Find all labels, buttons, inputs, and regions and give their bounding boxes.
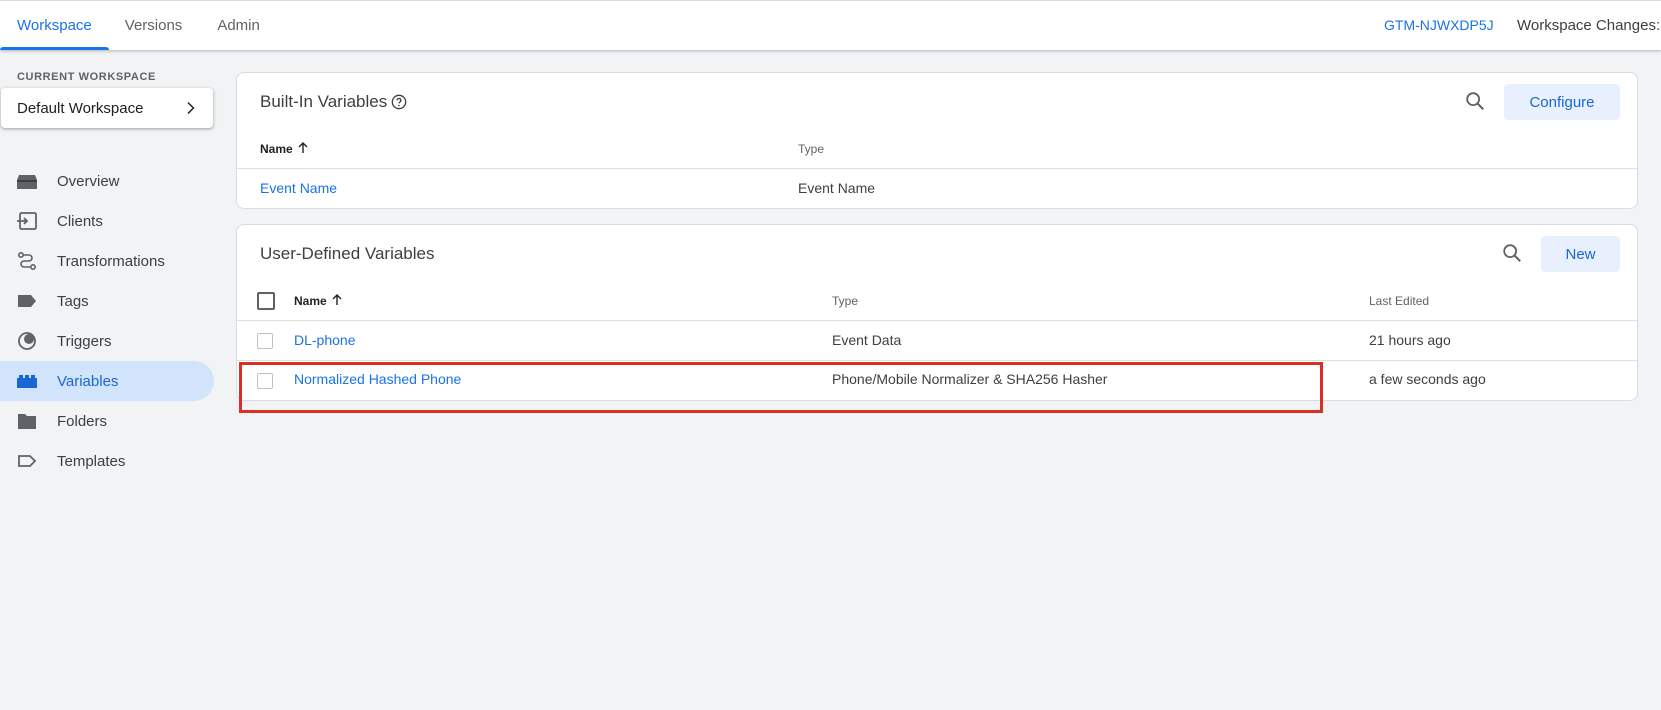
variable-name-link[interactable]: Normalized Hashed Phone: [294, 371, 461, 387]
sidebar-item-label: Transformations: [57, 252, 165, 270]
sidebar-item-variables[interactable]: Variables: [0, 361, 214, 401]
user-defined-variables-title: User-Defined Variables: [260, 244, 435, 263]
builtin-variable-name-link[interactable]: Event Name: [260, 180, 337, 196]
sidebar-item-label: Overview: [57, 172, 120, 190]
variables-icon: [17, 375, 37, 388]
column-header-label: Name: [260, 142, 293, 156]
sidebar-item-label: Triggers: [57, 332, 112, 350]
triggers-icon: [18, 332, 36, 350]
builtin-variables-title: Built-In Variables: [260, 92, 388, 111]
tag-icon: [18, 295, 36, 307]
builtin-variable-type: Event Name: [798, 180, 876, 196]
new-variable-button[interactable]: New: [1541, 236, 1620, 272]
column-header-name[interactable]: Name: [260, 142, 309, 156]
tab-versions[interactable]: Versions: [109, 1, 201, 50]
arrow-up-icon: [298, 142, 308, 153]
variable-name-link[interactable]: DL-phone: [294, 332, 356, 348]
sidebar-item-triggers[interactable]: Triggers: [0, 321, 214, 361]
transformations-icon: [18, 252, 36, 270]
sidebar-item-templates[interactable]: Templates: [0, 441, 214, 481]
row-checkbox[interactable]: [257, 373, 273, 389]
variable-type: Phone/Mobile Normalizer & SHA256 Hasher: [832, 371, 1108, 387]
workspace-selector[interactable]: Default Workspace: [1, 88, 213, 128]
sidebar-item-label: Clients: [57, 212, 103, 230]
overview-icon: [17, 175, 37, 189]
clients-icon: [17, 212, 37, 230]
sidebar-item-label: Folders: [57, 412, 108, 430]
row-checkbox[interactable]: [257, 333, 273, 349]
builtin-variables-card: Built-In Variables Configure Name Type E…: [236, 72, 1638, 209]
sidebar-item-label: Tags: [57, 292, 89, 310]
sidebar-item-clients[interactable]: Clients: [0, 201, 214, 241]
search-icon[interactable]: [1501, 242, 1523, 264]
header-divider: [237, 320, 1637, 321]
tab-workspace[interactable]: Workspace: [0, 1, 109, 50]
workspace-changes-count: Workspace Changes: 3: [1517, 17, 1661, 34]
variable-last-edited: 21 hours ago: [1369, 332, 1451, 348]
top-bar: Workspace Versions Admin GTM-NJWXDP5J Wo…: [0, 0, 1661, 50]
top-tabs: Workspace Versions Admin: [0, 1, 277, 50]
help-icon[interactable]: [391, 94, 407, 110]
column-header-type: Type: [798, 142, 825, 156]
workspace-name: Default Workspace: [17, 99, 144, 117]
header-divider: [237, 168, 1637, 169]
current-workspace-label: CURRENT WORKSPACE: [17, 71, 156, 83]
sidebar-item-overview[interactable]: Overview: [0, 161, 214, 201]
sidebar-item-folders[interactable]: Folders: [0, 401, 214, 441]
sidebar-item-tags[interactable]: Tags: [0, 281, 214, 321]
variable-type: Event Data: [832, 332, 902, 348]
sidebar-item-transformations[interactable]: Transformations: [0, 241, 214, 281]
sidebar-nav: Overview Clients Transformations Tags Tr…: [0, 161, 214, 481]
column-header-type: Type: [832, 294, 859, 308]
sidebar-item-label: Templates: [57, 452, 126, 470]
tab-admin[interactable]: Admin: [200, 1, 277, 50]
sidebar-item-label: Variables: [57, 372, 119, 390]
folder-icon: [18, 414, 36, 429]
variable-last-edited: a few seconds ago: [1369, 371, 1486, 387]
container-id-link[interactable]: GTM-NJWXDP5J: [1384, 1, 1494, 50]
column-header-label: Name: [294, 294, 327, 308]
row-divider: [237, 360, 1637, 361]
user-defined-variables-card: User-Defined Variables New Name Type Las…: [236, 224, 1638, 401]
sidebar: CURRENT WORKSPACE Default Workspace Over…: [0, 50, 222, 710]
configure-button[interactable]: Configure: [1504, 84, 1620, 120]
column-header-name[interactable]: Name: [294, 294, 343, 308]
search-icon[interactable]: [1464, 90, 1486, 112]
select-all-checkbox[interactable]: [257, 292, 275, 310]
column-header-last-edited: Last Edited: [1369, 294, 1430, 308]
chevron-right-icon: [187, 102, 195, 114]
arrow-up-icon: [332, 294, 342, 305]
templates-icon: [18, 455, 37, 467]
